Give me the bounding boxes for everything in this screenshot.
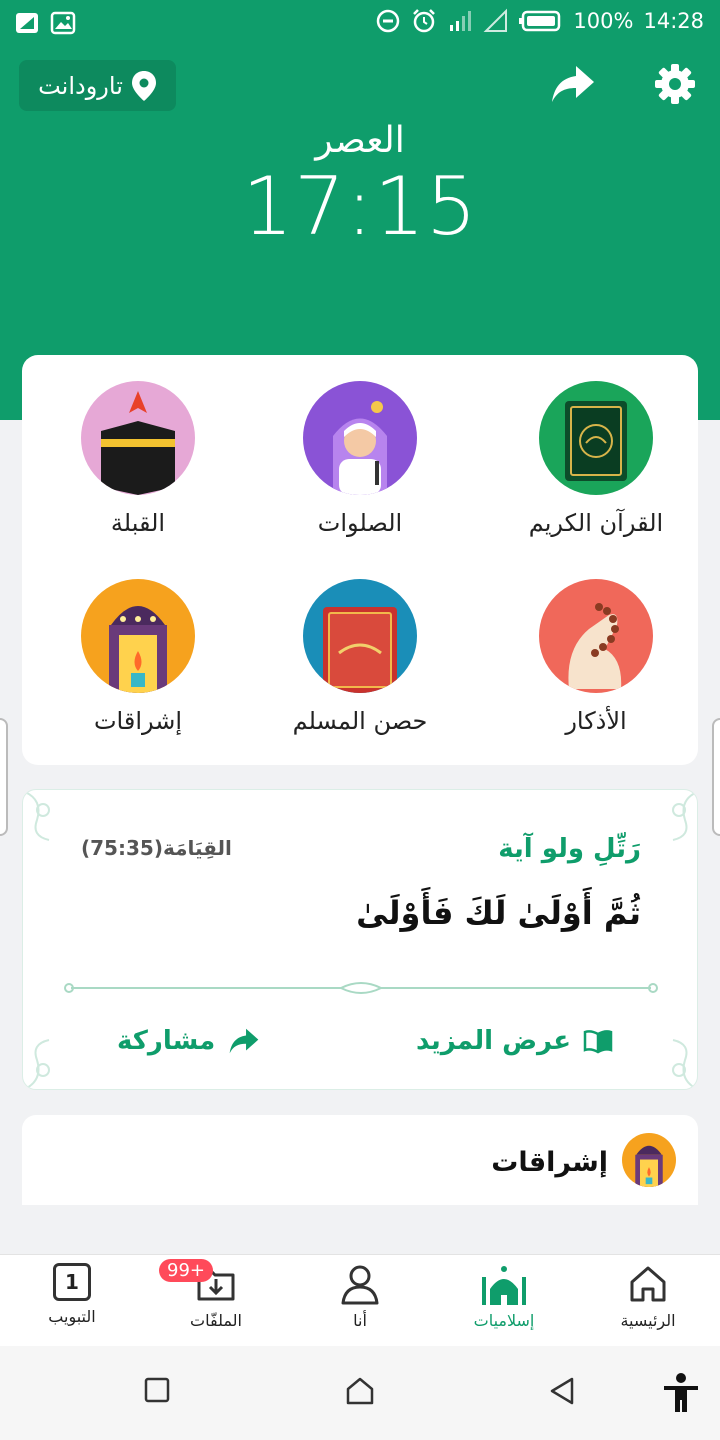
verse-card: رَتِّلِ ولو آية القِيَامَة(75:35) ثُمَّ …: [22, 789, 698, 1090]
gallery-icon: [50, 11, 76, 35]
alarm-icon: [413, 9, 436, 33]
grid-item-dhikr[interactable]: الأذكار: [496, 579, 696, 735]
edge-handle-right[interactable]: [712, 718, 720, 836]
settings-gear-icon[interactable]: [652, 62, 698, 106]
clock: 14:28: [643, 9, 704, 33]
location-pin-icon: [131, 70, 156, 101]
no-sim-signal-icon: [484, 8, 508, 32]
location-label: تارودانت: [38, 71, 123, 100]
verse-text: ثُمَّ أَوْلَىٰ لَكَ فَأَوْلَىٰ: [356, 894, 641, 932]
grid-item-prayers[interactable]: الصلوات: [260, 381, 460, 537]
system-navigation-bar: [0, 1346, 720, 1440]
open-book-icon: [583, 1030, 613, 1054]
battery-icon: [519, 10, 561, 32]
nav-label: أنا: [353, 1311, 367, 1330]
nav-label: الملفّات: [190, 1311, 242, 1330]
tabs-icon: 1: [53, 1263, 91, 1301]
home-icon: [630, 1266, 666, 1302]
grid-item-quran[interactable]: القرآن الكريم: [496, 381, 696, 537]
current-prayer-time: 17:15: [242, 160, 478, 253]
share-verse-button[interactable]: مشاركة: [117, 1026, 261, 1056]
person-icon: [341, 1265, 379, 1305]
ishraqat-icon: [622, 1133, 676, 1187]
grid-item-qibla[interactable]: القبلة: [38, 381, 238, 537]
nav-label: إسلاميات: [473, 1311, 535, 1330]
do-not-disturb-icon: [377, 9, 400, 33]
grid-label: إشراقات: [93, 707, 183, 735]
battery-level: 100%: [573, 9, 634, 33]
section-content-placeholder: [22, 1205, 698, 1255]
hisn-muslim-icon: [303, 579, 417, 693]
verse-reference: القِيَامَة(75:35): [81, 836, 232, 860]
ishraqat-icon: [81, 579, 195, 693]
qibla-icon: [81, 381, 195, 495]
status-bar: 100% 14:28: [0, 0, 720, 48]
prayers-icon: [303, 381, 417, 495]
quran-icon: [539, 381, 653, 495]
share-verse-label: مشاركة: [117, 1026, 216, 1056]
show-more-label: عرض المزيد: [415, 1026, 571, 1056]
divider-ornament: [64, 982, 658, 994]
grid-label: الصلوات: [317, 509, 403, 537]
location-button[interactable]: تارودانت: [19, 60, 176, 111]
home-button-icon[interactable]: [345, 1376, 375, 1406]
mosque-icon: [482, 1266, 526, 1305]
grid-label: حصن المسلم: [292, 707, 428, 735]
back-button-icon[interactable]: [548, 1376, 576, 1406]
recent-apps-icon[interactable]: [143, 1376, 171, 1404]
show-more-button[interactable]: عرض المزيد: [416, 1026, 613, 1056]
dhikr-icon: [539, 579, 653, 693]
edge-handle-left[interactable]: [0, 718, 8, 836]
nav-label: التبويب: [48, 1307, 96, 1326]
bottom-navigation: الرئيسية إسلاميات أنا الملفّات 1 التبويب: [0, 1254, 720, 1346]
features-grid: القرآن الكريم الصلوات القبلة الأذكار حصن…: [22, 355, 698, 765]
verse-title: رَتِّلِ ولو آية: [498, 834, 641, 864]
section-title: إشراقات: [491, 1147, 608, 1178]
grid-item-hisn[interactable]: حصن المسلم: [260, 579, 460, 735]
share-icon: [229, 1028, 259, 1054]
grid-label: الأذكار: [565, 707, 627, 735]
current-prayer-name: العصر: [315, 120, 405, 161]
files-badge: 99+: [159, 1259, 213, 1282]
cellular-signal-icon: [450, 11, 472, 31]
signal-icon: [16, 13, 38, 33]
accessibility-icon[interactable]: [662, 1372, 700, 1414]
grid-item-ishraqat[interactable]: إشراقات: [38, 579, 238, 735]
nav-me[interactable]: أنا: [300, 1263, 420, 1330]
grid-label: القبلة: [110, 509, 166, 537]
nav-label: الرئيسية: [620, 1311, 676, 1330]
nav-home[interactable]: الرئيسية: [588, 1263, 708, 1330]
ishraqat-section: إشراقات: [22, 1115, 698, 1255]
nav-tabs[interactable]: 1 التبويب: [12, 1263, 132, 1326]
share-icon[interactable]: [550, 62, 596, 106]
grid-label: القرآن الكريم: [528, 509, 664, 537]
nav-islamiyat[interactable]: إسلاميات: [444, 1263, 564, 1330]
